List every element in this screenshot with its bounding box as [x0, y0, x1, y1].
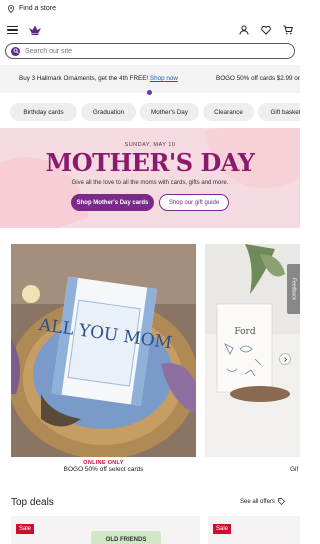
- chip-clearance[interactable]: Clearance: [203, 103, 254, 121]
- product-label-gifts[interactable]: Gif: [290, 466, 298, 473]
- menu-icon[interactable]: [7, 25, 18, 35]
- carousel-dot-active[interactable]: [147, 90, 152, 95]
- chip-birthday-cards[interactable]: Birthday cards: [10, 103, 77, 121]
- promo-message-ornaments: Buy 3 Hallmark Ornaments, get the 4th FR…: [19, 75, 178, 82]
- promo-shop-now-link[interactable]: Shop now: [150, 75, 178, 82]
- chevron-right-icon: [283, 356, 287, 362]
- deal-product-text: OLD FRIENDS: [91, 531, 161, 544]
- chip-mothers-day[interactable]: Mother's Day: [140, 103, 199, 121]
- site-header: [0, 17, 300, 43]
- chip-graduation[interactable]: Graduation: [81, 103, 136, 121]
- account-icon[interactable]: [239, 25, 249, 35]
- search-bar[interactable]: [5, 43, 295, 59]
- heart-icon[interactable]: [261, 25, 271, 35]
- promo-carousel: Buy 3 Hallmark Ornaments, get the 4th FR…: [0, 65, 300, 93]
- see-all-offers-link[interactable]: See all offers: [240, 498, 285, 505]
- promo-text-left: Buy 3 Hallmark Ornaments, get the 4th FR…: [19, 75, 149, 82]
- card-sketch-illustration: Ford: [205, 244, 300, 457]
- see-all-offers-label[interactable]: See all offers: [240, 499, 275, 505]
- chip-gift-basket[interactable]: Gift basket: [258, 103, 300, 121]
- deal-card[interactable]: Sale: [208, 516, 300, 544]
- hero-title: MOTHER'S DAY: [45, 148, 255, 177]
- shop-gift-guide-button[interactable]: Shop our gift guide: [159, 194, 229, 211]
- product-image-all-you-mom[interactable]: ALL YOU MOM: [11, 244, 196, 457]
- find-store-link[interactable]: Find a store: [19, 5, 56, 12]
- tag-icon: [278, 498, 285, 505]
- sale-badge: Sale: [16, 524, 35, 534]
- sale-badge: Sale: [213, 524, 232, 534]
- deal-card[interactable]: Sale OLD FRIENDS: [11, 516, 200, 544]
- hero-subtitle: Give all the love to all the moms with c…: [71, 180, 229, 186]
- product-image-ford[interactable]: Ford: [205, 244, 300, 457]
- top-utility-bar: Find a store: [0, 0, 300, 17]
- search-input[interactable]: [25, 47, 225, 55]
- promo-message-bogo: BOGO 50% off cards $2.99 or: [216, 75, 300, 82]
- category-chip-row: Birthday cards Graduation Mother's Day C…: [0, 103, 300, 121]
- shop-mothers-day-cards-button[interactable]: Shop Mother's Day cards: [71, 194, 154, 211]
- card-text-ford: Ford: [234, 327, 255, 337]
- carousel-next-button[interactable]: [279, 353, 291, 365]
- cart-icon[interactable]: [283, 25, 293, 35]
- search-icon[interactable]: [11, 46, 20, 56]
- mothers-day-hero-banner: SUNDAY, MAY 10 MOTHER'S DAY Give all the…: [0, 128, 300, 228]
- location-pin-icon: [8, 4, 14, 13]
- card-basket-illustration: ALL YOU MOM: [11, 244, 196, 457]
- crown-logo-icon[interactable]: [28, 24, 42, 36]
- product-label-bogo[interactable]: BOGO 50% off select cards: [11, 466, 196, 473]
- feedback-tab[interactable]: Feedback: [287, 264, 300, 314]
- top-deals-heading: Top deals: [11, 497, 54, 508]
